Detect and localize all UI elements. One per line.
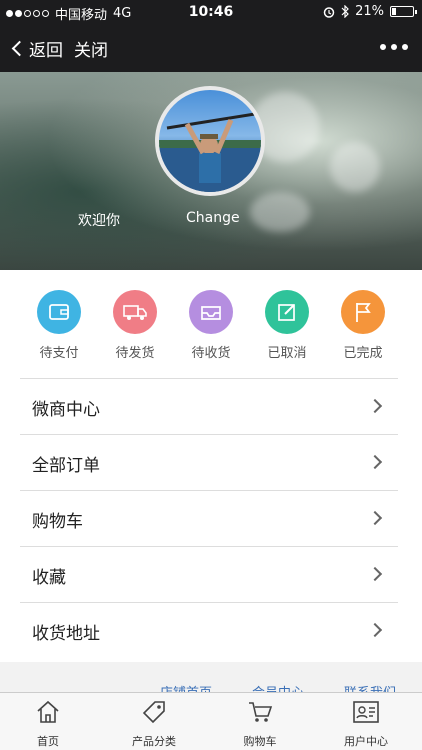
chevron-left-icon xyxy=(11,40,28,57)
tab-categories[interactable]: 产品分类 xyxy=(114,699,194,749)
status-bar: 中国移动 4G 10:46 21% xyxy=(0,0,422,24)
menu-item-wechat-center[interactable]: 微商中心 xyxy=(20,378,398,434)
bluetooth-icon xyxy=(341,5,349,18)
back-label: 返回 xyxy=(29,41,63,61)
menu-item-cart[interactable]: 购物车 xyxy=(20,490,398,546)
menu-item-label: 收货地址 xyxy=(32,624,100,644)
order-status-label: 待支付 xyxy=(39,346,79,361)
order-status-cancelled[interactable]: 已取消 xyxy=(257,290,317,361)
menu-item-shipping-address[interactable]: 收货地址 xyxy=(20,602,398,658)
tab-label: 产品分类 xyxy=(132,735,176,748)
welcome-text: 欢迎你 xyxy=(78,213,120,229)
change-button[interactable]: Change xyxy=(186,210,240,226)
menu-item-label: 微商中心 xyxy=(32,400,100,420)
close-button[interactable]: 关闭 xyxy=(74,36,108,61)
avatar-photo xyxy=(159,112,261,192)
menu-item-label: 全部订单 xyxy=(32,456,100,476)
tag-icon xyxy=(142,701,165,724)
chevron-right-icon xyxy=(367,454,383,470)
tab-label: 购物车 xyxy=(243,735,277,748)
order-status-label: 已完成 xyxy=(343,346,383,361)
menu-item-label: 购物车 xyxy=(32,512,83,532)
avatar[interactable] xyxy=(155,86,265,196)
order-status-completed[interactable]: 已完成 xyxy=(333,290,393,361)
tab-cart[interactable]: 购物车 xyxy=(220,699,300,749)
more-menu-button[interactable] xyxy=(380,44,408,50)
cart-icon xyxy=(249,702,273,722)
chevron-right-icon xyxy=(367,622,383,638)
inbox-icon xyxy=(189,290,233,334)
tab-home[interactable]: 首页 xyxy=(8,699,88,749)
back-button[interactable]: 返回 xyxy=(10,36,63,61)
menu-item-label: 收藏 xyxy=(32,568,66,588)
menu-item-favorites[interactable]: 收藏 xyxy=(20,546,398,602)
chevron-right-icon xyxy=(367,510,383,526)
chevron-right-icon xyxy=(367,566,383,582)
order-status-pending-payment[interactable]: 待支付 xyxy=(29,290,89,361)
battery-icon xyxy=(390,6,417,17)
footer-links: 店铺首页 会员中心 联系我们 xyxy=(0,670,422,694)
menu-list: 微商中心 全部订单 购物车 收藏 收货地址 xyxy=(0,378,422,662)
tab-label: 首页 xyxy=(37,735,59,748)
user-card-icon xyxy=(353,701,379,723)
battery-percent: 21% xyxy=(355,4,384,19)
nav-bar: 返回 关闭 xyxy=(0,28,422,68)
bokeh-decoration xyxy=(250,192,310,232)
order-status-label: 待发货 xyxy=(115,346,155,361)
order-status-to-receive[interactable]: 待收货 xyxy=(181,290,241,361)
tab-label: 用户中心 xyxy=(344,735,388,748)
tab-user-center[interactable]: 用户中心 xyxy=(326,699,406,749)
profile-header: 欢迎你 Change xyxy=(0,72,422,270)
bokeh-decoration xyxy=(330,142,380,192)
wallet-icon xyxy=(37,290,81,334)
chevron-right-icon xyxy=(367,398,383,414)
alarm-icon xyxy=(323,6,335,18)
order-status-label: 待收货 xyxy=(191,346,231,361)
home-icon xyxy=(37,700,59,723)
order-status-to-ship[interactable]: 待发货 xyxy=(105,290,165,361)
flag-icon xyxy=(341,290,385,334)
order-status-bar: 待支付 待发货 待收货 已取消 已完成 xyxy=(0,270,422,378)
menu-item-all-orders[interactable]: 全部订单 xyxy=(20,434,398,490)
edit-icon xyxy=(265,290,309,334)
top-bar: 中国移动 4G 10:46 21% 返回 关闭 xyxy=(0,0,422,72)
tab-bar: 首页 产品分类 购物车 用户中心 xyxy=(0,692,422,750)
truck-icon xyxy=(113,290,157,334)
order-status-label: 已取消 xyxy=(267,346,307,361)
